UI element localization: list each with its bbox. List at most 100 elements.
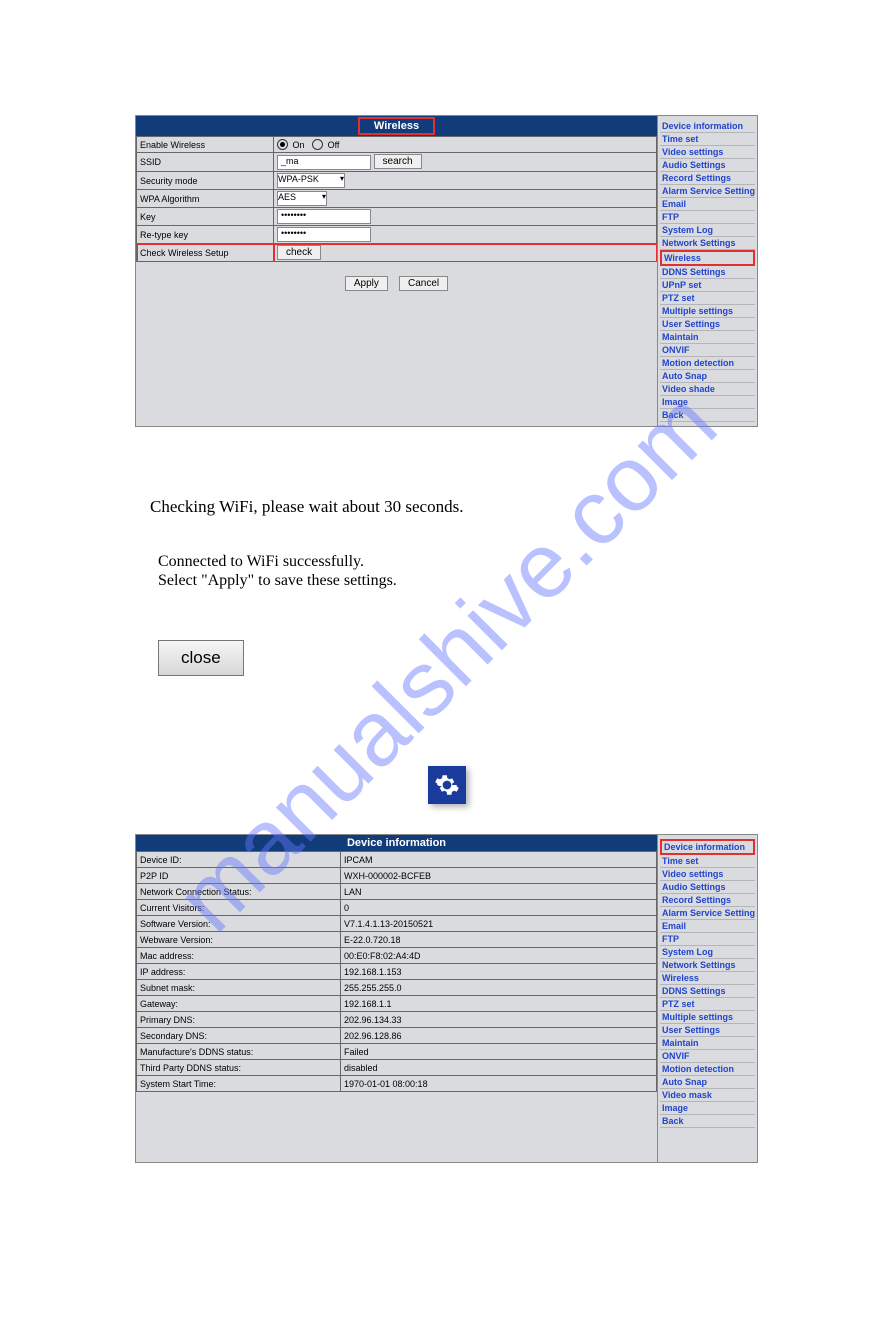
label-security-mode: Security mode — [137, 172, 274, 190]
sidebar-item-ddns-settings[interactable]: DDNS Settings — [660, 266, 755, 279]
sidebar-item-multiple-settings[interactable]: Multiple settings — [660, 1011, 755, 1024]
info-value: 255.255.255.0 — [341, 980, 657, 996]
sidebar-item-ftp[interactable]: FTP — [660, 933, 755, 946]
cancel-button[interactable]: Cancel — [399, 276, 448, 291]
wireless-titlebar: Wireless — [136, 116, 657, 136]
info-label: Webware Version: — [137, 932, 341, 948]
sidebar-item-back[interactable]: Back — [660, 1115, 755, 1128]
sidebar-item-ddns-settings[interactable]: DDNS Settings — [660, 985, 755, 998]
device-info-panel: Device information Device ID:IPCAMP2P ID… — [135, 834, 758, 1163]
info-label: Device ID: — [137, 852, 341, 868]
sidebar-item-device-information[interactable]: Device information — [660, 839, 755, 855]
label-check-setup: Check Wireless Setup — [137, 244, 274, 262]
check-button[interactable]: check — [277, 245, 321, 260]
wpa-algorithm-select[interactable]: AES — [277, 191, 327, 206]
sidebar-item-video-settings[interactable]: Video settings — [660, 146, 755, 159]
sidebar-item-motion-detection[interactable]: Motion detection — [660, 1063, 755, 1076]
sidebar-item-motion-detection[interactable]: Motion detection — [660, 357, 755, 370]
info-value: IPCAM — [341, 852, 657, 868]
sidebar-item-device-information[interactable]: Device information — [660, 120, 755, 133]
info-value: E-22.0.720.18 — [341, 932, 657, 948]
sidebar-item-auto-snap[interactable]: Auto Snap — [660, 1076, 755, 1089]
info-value: 192.168.1.153 — [341, 964, 657, 980]
info-label: Third Party DDNS status: — [137, 1060, 341, 1076]
apply-button[interactable]: Apply — [345, 276, 388, 291]
sidebar-item-record-settings[interactable]: Record Settings — [660, 894, 755, 907]
sidebar-item-email[interactable]: Email — [660, 920, 755, 933]
sidebar-item-onvif[interactable]: ONVIF — [660, 1050, 755, 1063]
sidebar-item-image[interactable]: Image — [660, 396, 755, 409]
info-value: 1970-01-01 08:00:18 — [341, 1076, 657, 1092]
sidebar-item-multiple-settings[interactable]: Multiple settings — [660, 305, 755, 318]
checking-wifi-text: Checking WiFi, please wait about 30 seco… — [150, 497, 893, 517]
close-button[interactable]: close — [158, 640, 244, 676]
sidebar-item-video-settings[interactable]: Video settings — [660, 868, 755, 881]
sidebar-item-audio-settings[interactable]: Audio Settings — [660, 881, 755, 894]
radio-on-label: On — [293, 140, 305, 150]
info-label: Manufacture's DDNS status: — [137, 1044, 341, 1060]
wireless-title: Wireless — [358, 117, 435, 135]
wireless-sidebar: Device informationTime setVideo settings… — [657, 116, 757, 426]
info-value: V7.1.4.1.13-20150521 — [341, 916, 657, 932]
info-label: Secondary DNS: — [137, 1028, 341, 1044]
info-label: Mac address: — [137, 948, 341, 964]
info-value: LAN — [341, 884, 657, 900]
info-label: Primary DNS: — [137, 1012, 341, 1028]
info-value: 00:E0:F8:02:A4:4D — [341, 948, 657, 964]
sidebar-item-maintain[interactable]: Maintain — [660, 331, 755, 344]
sidebar-item-user-settings[interactable]: User Settings — [660, 1024, 755, 1037]
sidebar-item-maintain[interactable]: Maintain — [660, 1037, 755, 1050]
info-value: WXH-000002-BCFEB — [341, 868, 657, 884]
sidebar-item-video-mask[interactable]: Video mask — [660, 1089, 755, 1102]
sidebar-item-user-settings[interactable]: User Settings — [660, 318, 755, 331]
sidebar-item-wireless[interactable]: Wireless — [660, 972, 755, 985]
retype-key-input[interactable]: •••••••• — [277, 227, 371, 242]
sidebar-item-system-log[interactable]: System Log — [660, 224, 755, 237]
info-label: Subnet mask: — [137, 980, 341, 996]
info-label: IP address: — [137, 964, 341, 980]
sidebar-item-time-set[interactable]: Time set — [660, 855, 755, 868]
gear-icon — [428, 766, 466, 804]
sidebar-item-alarm-service-settings[interactable]: Alarm Service Settings — [660, 907, 755, 920]
label-enable-wireless: Enable Wireless — [137, 137, 274, 153]
radio-on[interactable] — [277, 139, 288, 150]
sidebar-item-record-settings[interactable]: Record Settings — [660, 172, 755, 185]
sidebar-item-time-set[interactable]: Time set — [660, 133, 755, 146]
info-label: Gateway: — [137, 996, 341, 1012]
sidebar-item-alarm-service-settings[interactable]: Alarm Service Settings — [660, 185, 755, 198]
sidebar-item-auto-snap[interactable]: Auto Snap — [660, 370, 755, 383]
info-value: 202.96.134.33 — [341, 1012, 657, 1028]
sidebar-item-back[interactable]: Back — [660, 409, 755, 422]
info-value: Failed — [341, 1044, 657, 1060]
sidebar-item-ftp[interactable]: FTP — [660, 211, 755, 224]
radio-off[interactable] — [312, 139, 323, 150]
info-value: 0 — [341, 900, 657, 916]
device-info-sidebar: Device informationTime setVideo settings… — [657, 835, 757, 1162]
sidebar-item-video-shade[interactable]: Video shade — [660, 383, 755, 396]
label-key: Key — [137, 208, 274, 226]
sidebar-item-audio-settings[interactable]: Audio Settings — [660, 159, 755, 172]
key-input[interactable]: •••••••• — [277, 209, 371, 224]
sidebar-item-wireless[interactable]: Wireless — [660, 250, 755, 266]
info-label: Current Visitors: — [137, 900, 341, 916]
sidebar-item-onvif[interactable]: ONVIF — [660, 344, 755, 357]
label-wpa-algorithm: WPA Algorithm — [137, 190, 274, 208]
sidebar-item-network-settings[interactable]: Network Settings — [660, 237, 755, 250]
select-apply-text: Select "Apply" to save these settings. — [158, 571, 893, 590]
sidebar-item-email[interactable]: Email — [660, 198, 755, 211]
ssid-input[interactable]: _ma — [277, 155, 371, 170]
sidebar-item-network-settings[interactable]: Network Settings — [660, 959, 755, 972]
wireless-panel: Wireless Enable Wireless On Off SSID — [135, 115, 758, 427]
sidebar-item-ptz-set[interactable]: PTZ set — [660, 292, 755, 305]
sidebar-item-upnp-set[interactable]: UPnP set — [660, 279, 755, 292]
sidebar-item-ptz-set[interactable]: PTZ set — [660, 998, 755, 1011]
search-button[interactable]: search — [374, 154, 422, 169]
label-ssid: SSID — [137, 153, 274, 172]
device-info-title: Device information — [333, 836, 460, 850]
device-info-table: Device ID:IPCAMP2P IDWXH-000002-BCFEBNet… — [136, 851, 657, 1092]
sidebar-item-image[interactable]: Image — [660, 1102, 755, 1115]
info-value: 192.168.1.1 — [341, 996, 657, 1012]
sidebar-item-system-log[interactable]: System Log — [660, 946, 755, 959]
radio-off-label: Off — [328, 140, 340, 150]
security-mode-select[interactable]: WPA-PSK — [277, 173, 345, 188]
